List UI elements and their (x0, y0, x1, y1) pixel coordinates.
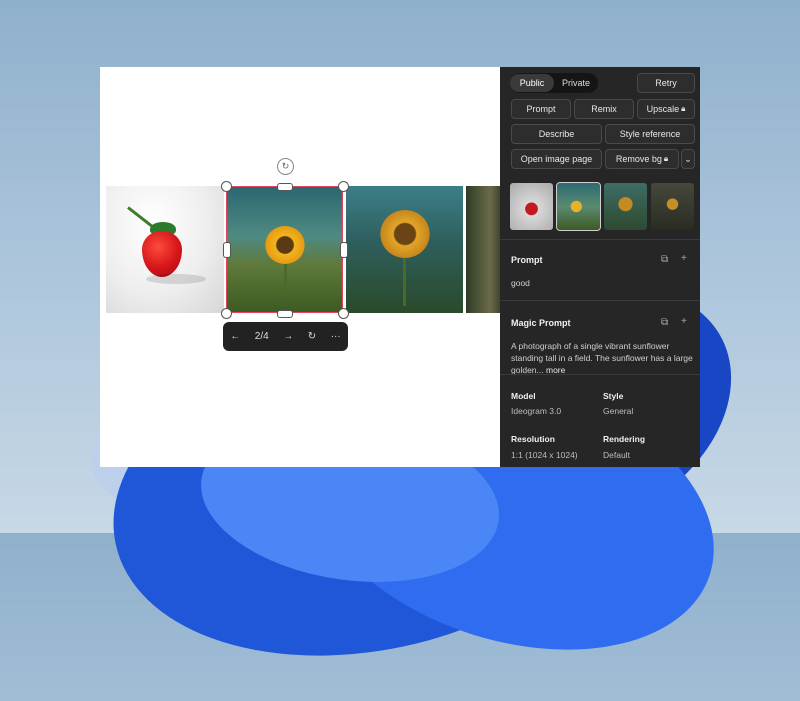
magic-prompt-title: Magic Prompt (511, 318, 571, 328)
resize-handle-right[interactable] (340, 242, 348, 258)
generated-image-sunflower-3[interactable] (466, 186, 500, 313)
arrow-right-icon[interactable]: → (283, 331, 293, 342)
copy-icon[interactable]: ⧉ (661, 254, 668, 265)
model-value: Ideogram 3.0 (511, 406, 562, 416)
prompt-button[interactable]: Prompt (511, 99, 571, 119)
details-panel: Public Private Retry Prompt Remix Upscal… (500, 67, 700, 467)
visibility-private[interactable]: Private (554, 74, 598, 92)
arrow-left-icon[interactable]: ← (230, 331, 240, 342)
style-label: Style (603, 391, 624, 401)
strawberry (142, 231, 182, 277)
refresh-icon[interactable]: ↻ (308, 331, 316, 342)
thumbnail-sunflower-1[interactable] (556, 182, 601, 231)
model-label: Model (511, 391, 536, 401)
magic-prompt-text: A photograph of a single vibrant sunflow… (511, 340, 693, 376)
rendering-label: Rendering (603, 434, 646, 444)
generated-image-sunflower-2[interactable] (346, 186, 463, 313)
resize-handle-bottom-left[interactable] (221, 308, 232, 319)
image-counter: 2/4 (254, 331, 269, 342)
style-value: General (603, 406, 634, 416)
plus-icon[interactable]: + (681, 316, 687, 327)
open-image-page-button[interactable]: Open image page (511, 149, 602, 169)
describe-button[interactable]: Describe (511, 124, 602, 144)
prompt-text: good (511, 278, 530, 288)
resize-handle-bottom[interactable] (277, 310, 293, 318)
chevron-down-icon[interactable]: ⌄ (681, 149, 695, 169)
rotate-icon[interactable]: ↻ (277, 158, 294, 175)
divider (500, 300, 700, 301)
thumbnail-strawberry[interactable] (510, 183, 553, 230)
upscale-button[interactable]: Upscale 🔒︎ (637, 99, 695, 119)
generated-image-strawberry[interactable] (106, 186, 224, 313)
visibility-public[interactable]: Public (510, 74, 554, 92)
resize-handle-top-left[interactable] (221, 181, 232, 192)
resolution-label: Resolution (511, 434, 555, 444)
thumbnail-sunflower-2[interactable] (604, 183, 647, 230)
more-options-icon[interactable]: ··· (331, 331, 341, 342)
prompt-title: Prompt (511, 255, 543, 265)
style-reference-button[interactable]: Style reference (605, 124, 695, 144)
lock-icon: 🔒︎ (681, 104, 686, 113)
resize-handle-top[interactable] (277, 183, 293, 191)
divider (500, 239, 700, 240)
remix-button[interactable]: Remix (574, 99, 634, 119)
image-toolbar: ← 2/4 → ↻ ··· (223, 322, 348, 351)
magic-prompt-body: A photograph of a single vibrant sunflow… (511, 341, 693, 375)
retry-button[interactable]: Retry (637, 73, 695, 93)
rendering-value: Default (603, 450, 630, 460)
strawberry-shadow (146, 274, 206, 284)
remove-bg-label: Remove bg (615, 154, 662, 164)
app-window: ↻ ← 2/4 → ↻ ··· Public Private Retry Pro… (100, 67, 700, 467)
sunflower (380, 210, 430, 258)
generated-image-sunflower-1[interactable] (227, 186, 343, 313)
visibility-toggle: Public Private (510, 73, 598, 93)
resolution-value: 1:1 (1024 x 1024) (511, 450, 578, 460)
remove-bg-button[interactable]: Remove bg 🔒︎ (605, 149, 679, 169)
resize-handle-left[interactable] (223, 242, 231, 258)
image-canvas[interactable]: ↻ ← 2/4 → ↻ ··· (100, 67, 500, 467)
resize-handle-bottom-right[interactable] (338, 308, 349, 319)
copy-icon[interactable]: ⧉ (661, 317, 668, 328)
upscale-label: Upscale (646, 104, 680, 114)
sunflower (265, 226, 305, 264)
lock-icon: 🔒︎ (663, 154, 669, 163)
thumbnail-sunflower-3[interactable] (651, 183, 694, 230)
resize-handle-top-right[interactable] (338, 181, 349, 192)
plus-icon[interactable]: + (681, 253, 687, 264)
divider (500, 374, 700, 375)
